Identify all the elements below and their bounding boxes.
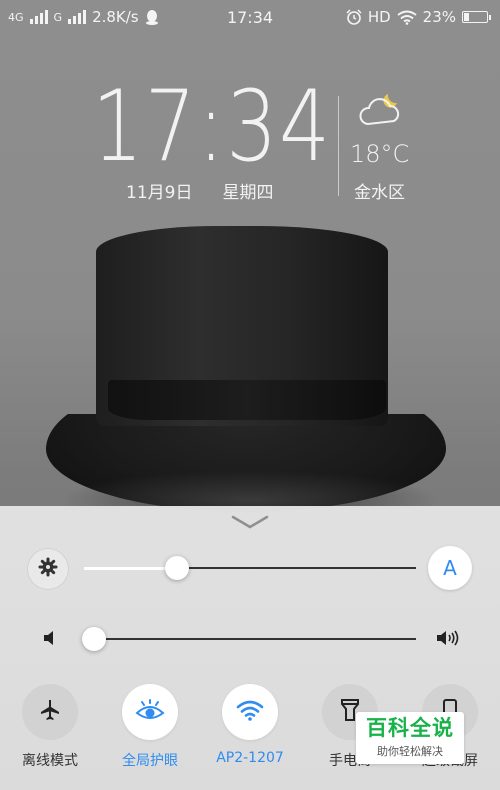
toggle-airplane-mode-button[interactable] [22,684,78,740]
temperature: 18°C [350,140,410,168]
airplane-icon [38,698,62,726]
lockscreen-clock: 17:34 [92,70,332,184]
eye-icon [135,699,165,725]
toggle-wifi-label: AP2-1207 [216,750,284,766]
weather-location: 金水区 [354,183,405,203]
wifi-status-icon [397,10,417,25]
status-left: 4G G 2.8K/s [8,8,159,26]
network-type-label-2: G [53,10,63,24]
signal-icon-2 [68,10,87,24]
auto-brightness-button[interactable]: A [428,546,472,590]
wifi-icon [236,699,264,725]
network-type-label: 4G [8,10,24,24]
status-time: 17:34 [226,7,274,27]
brightness-slider-fill [84,566,177,570]
brightness-slider-thumb[interactable] [164,556,189,580]
gear-icon [38,557,58,581]
toggle-wifi-button[interactable] [222,684,278,740]
toggle-eye-protection-button[interactable] [122,684,178,740]
toggle-wifi[interactable]: AP2-1207 [200,684,300,766]
toggle-airplane-mode[interactable]: 离线模式 [0,684,100,770]
watermark-logo: 百科全说 助你轻松解决 [356,712,464,764]
brightness-slider[interactable] [84,556,416,580]
battery-icon [462,11,491,23]
weekday-label: 星期四 [222,183,274,203]
date-label: 11月9日 [126,183,193,203]
status-right: HD 23% [346,8,491,26]
battery-percent: 23% [422,8,456,26]
qq-icon [145,9,159,25]
watermark-title: 百科全说 [366,716,454,741]
clock-divider [338,96,339,196]
toggle-eye-protection[interactable]: 全局护眼 [100,684,200,770]
toggle-airplane-mode-label: 离线模式 [22,753,78,769]
brightness-settings-button[interactable] [28,549,68,589]
hat-band [108,380,386,420]
network-speed: 2.8K/s [92,8,139,26]
toggle-eye-protection-label: 全局护眼 [122,753,178,769]
volume-slider-thumb[interactable] [82,627,106,651]
volume-high-icon [436,630,462,650]
watermark-subtitle: 助你轻松解决 [377,744,443,758]
date-line: 11月9日 星期四 [126,178,273,203]
chevron-down-icon[interactable] [230,514,270,534]
status-bar: 4G G 2.8K/s 17:34 HD 23% [0,0,500,34]
cloudy-night-icon [358,90,408,134]
battery-fill [464,13,470,21]
volume-slider[interactable] [82,627,416,651]
signal-icon [29,10,48,24]
hd-label: HD [367,8,391,26]
volume-low-icon [42,630,58,650]
alarm-icon [346,9,362,25]
